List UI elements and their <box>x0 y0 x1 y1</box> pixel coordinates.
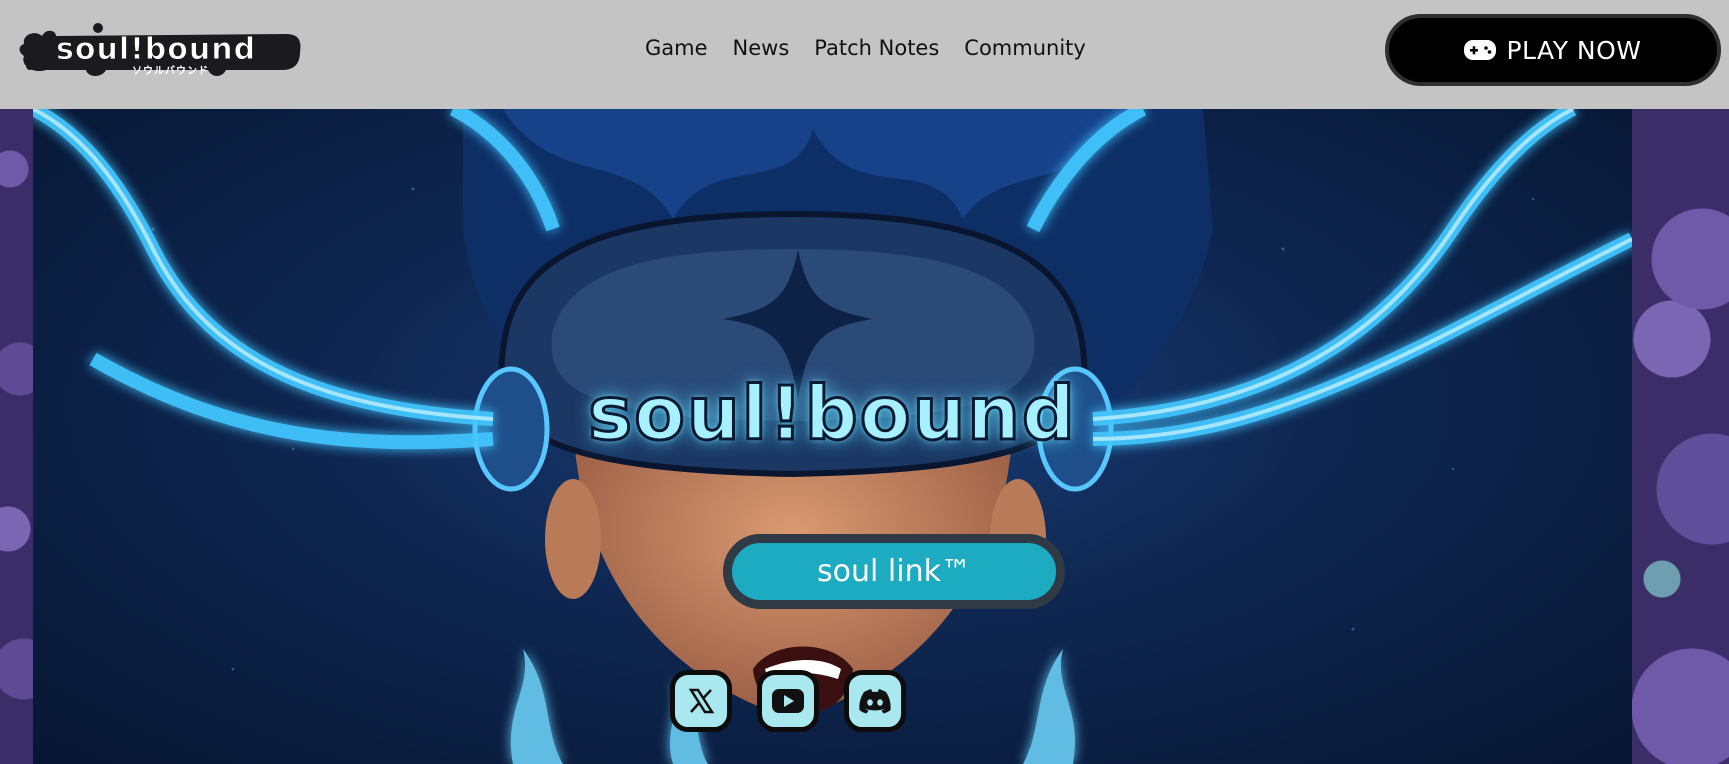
soul-link-label: soul link™ <box>817 554 971 589</box>
hero-title-logo: soul!bound <box>587 370 1077 459</box>
soul-link-button[interactable]: soul link™ <box>723 534 1065 609</box>
discord-icon <box>859 689 891 714</box>
x-twitter-icon <box>688 688 715 714</box>
nav-news[interactable]: News <box>733 36 790 60</box>
youtube-link[interactable] <box>757 670 819 732</box>
logo-subtitle: ソウルバウンド <box>132 66 209 77</box>
play-now-label: PLAY NOW <box>1506 35 1642 65</box>
nav-game[interactable]: Game <box>645 36 708 60</box>
nav-community[interactable]: Community <box>964 36 1086 60</box>
nav-patch-notes[interactable]: Patch Notes <box>814 36 939 60</box>
right-side-decoration <box>1632 109 1729 764</box>
play-now-button[interactable]: PLAY NOW <box>1385 14 1721 86</box>
youtube-icon <box>772 689 804 713</box>
gamepad-icon <box>1464 40 1497 60</box>
left-side-decoration <box>0 109 33 764</box>
main-nav: Game News Patch Notes Community <box>645 36 1086 60</box>
hero-banner: soul!bound soul link™ <box>33 109 1632 764</box>
x-twitter-link[interactable] <box>670 670 732 732</box>
site-header: soul!bound ソウルバウンド Game News Patch Notes… <box>0 0 1729 109</box>
discord-link[interactable] <box>844 670 906 732</box>
site-logo[interactable]: soul!bound ソウルバウンド <box>16 18 302 82</box>
